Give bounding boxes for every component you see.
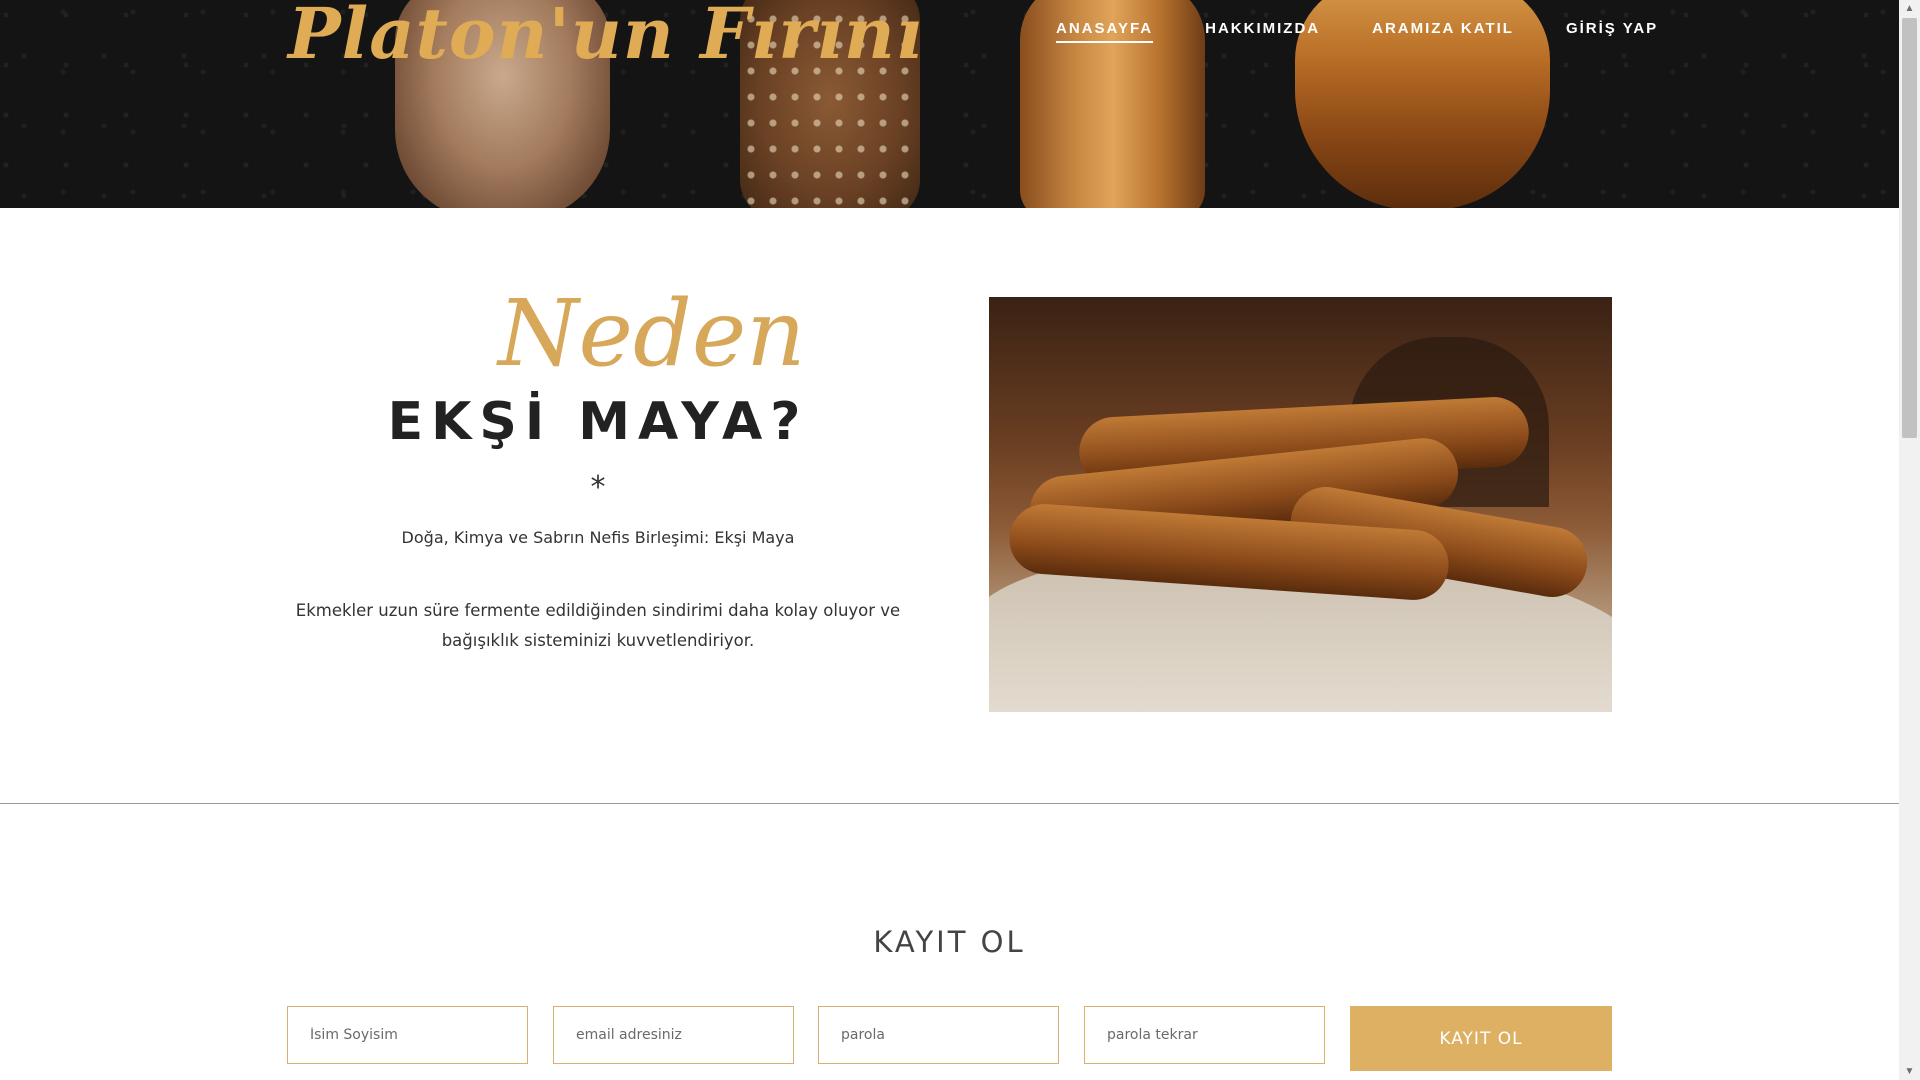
hero-header: Platon'un Fırını ANASAYFA HAKKIMIZDA ARA…	[0, 0, 1899, 208]
baguettes-photo	[989, 297, 1612, 712]
scrollbar-thumb[interactable]	[1902, 18, 1917, 438]
section-body-text: Ekmekler uzun süre fermente edildiğinden…	[295, 601, 901, 650]
section-subtitle: Doğa, Kimya ve Sabrın Nefis Birleşimi: E…	[401, 528, 795, 547]
main-nav: ANASAYFA HAKKIMIZDA ARAMIZA KATIL GİRİŞ …	[1056, 20, 1658, 43]
nav-item-giris-yap[interactable]: GİRİŞ YAP	[1566, 20, 1658, 43]
password-field[interactable]	[818, 1006, 1059, 1064]
site-logo[interactable]: Platon'un Fırını	[288, 0, 923, 75]
signup-button[interactable]: KAYIT OL	[1350, 1006, 1612, 1071]
signup-title: KAYIT OL	[873, 925, 1026, 959]
chevron-down-icon[interactable]: ▼	[1899, 1063, 1920, 1080]
nav-item-anasayfa[interactable]: ANASAYFA	[1056, 20, 1154, 43]
nav-item-hakkimizda[interactable]: HAKKIMIZDA	[1205, 20, 1320, 43]
password-confirm-field[interactable]	[1084, 1006, 1325, 1064]
vertical-scrollbar[interactable]: ▲ ▼	[1899, 0, 1920, 1080]
script-heading: Neden	[498, 280, 806, 387]
section-divider	[0, 803, 1899, 804]
section-headline: EKŞİ MAYA?	[387, 392, 809, 452]
asterisk-ornament: *	[590, 470, 606, 505]
page: Platon'un Fırını ANASAYFA HAKKIMIZDA ARA…	[0, 0, 1899, 1080]
name-field[interactable]	[287, 1006, 528, 1064]
chevron-up-icon[interactable]: ▲	[1899, 0, 1920, 17]
email-field[interactable]	[553, 1006, 794, 1064]
nav-item-aramiza-katil[interactable]: ARAMIZA KATIL	[1372, 20, 1514, 43]
